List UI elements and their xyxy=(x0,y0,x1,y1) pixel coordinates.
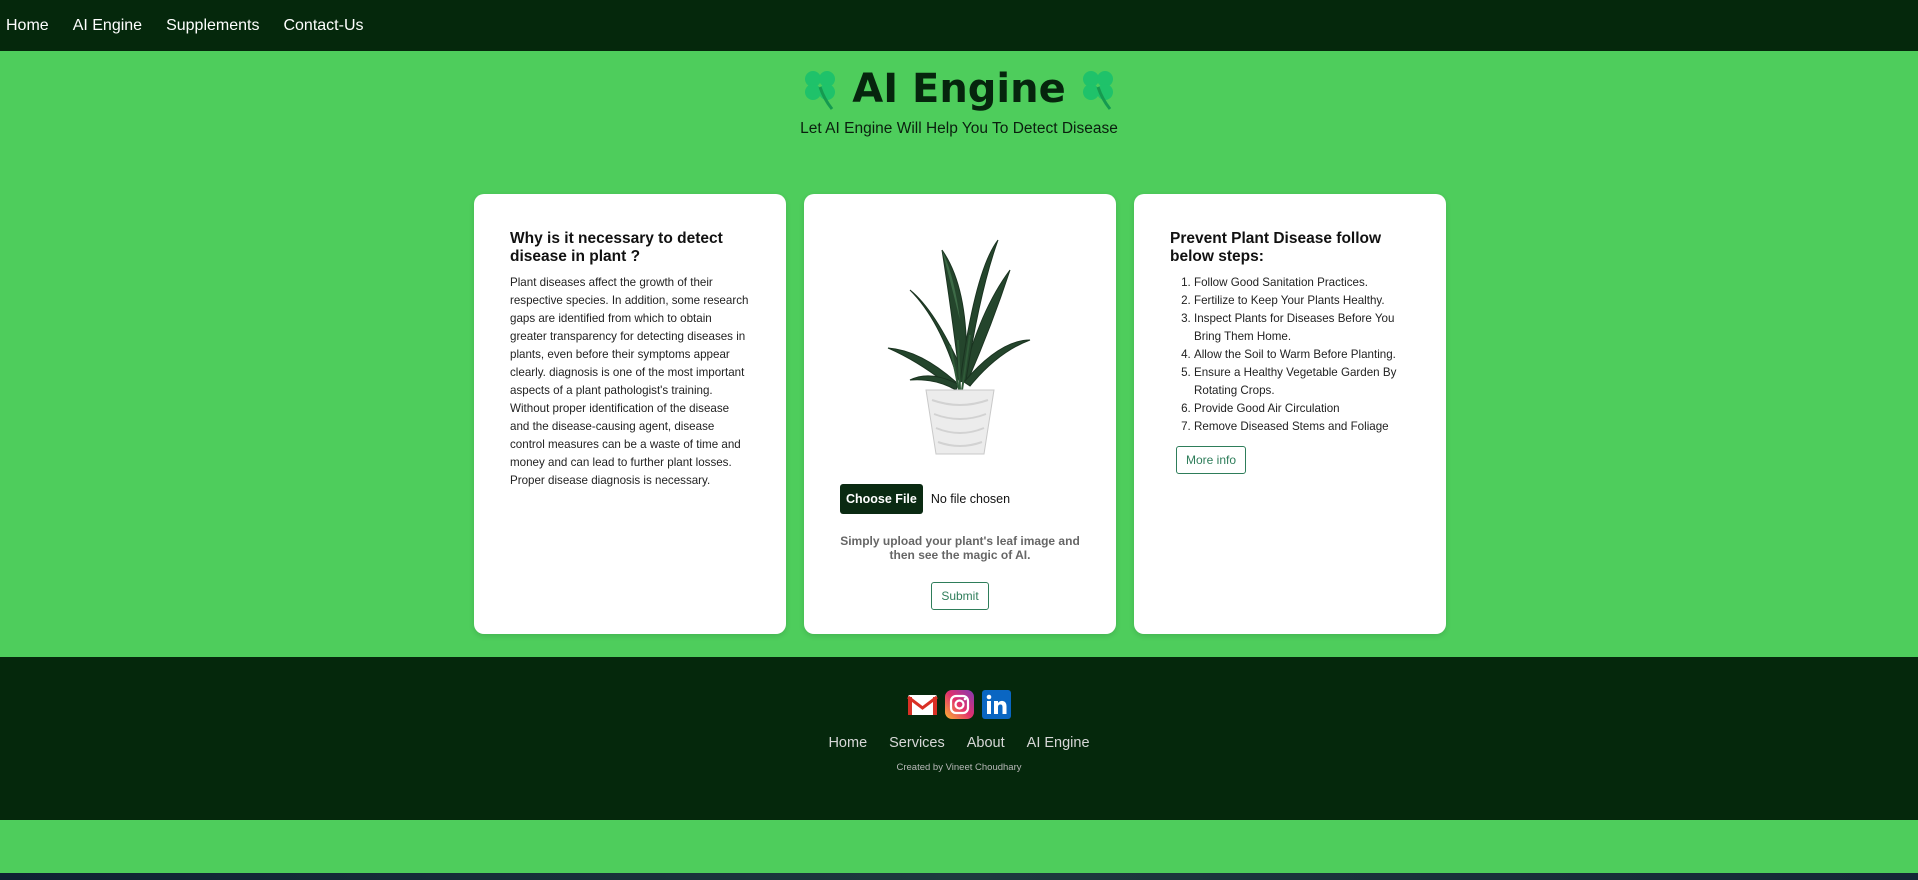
footer-nav: Home Services About AI Engine xyxy=(0,735,1918,751)
linkedin-icon[interactable] xyxy=(981,689,1012,720)
footer-home-link[interactable]: Home xyxy=(828,735,867,751)
submit-button[interactable]: Submit xyxy=(931,582,989,610)
prevent-disease-card: Prevent Plant Disease follow below steps… xyxy=(1134,194,1446,634)
nav-supplements-link[interactable]: Supplements xyxy=(166,17,259,35)
four-leaf-clover-icon xyxy=(805,71,836,110)
four-leaf-clover-icon xyxy=(1082,71,1113,110)
top-navbar: Home AI Engine Supplements Contact-Us xyxy=(0,0,1918,51)
more-info-button[interactable]: More info xyxy=(1176,446,1247,474)
site-footer: Home Services About AI Engine Created by… xyxy=(0,657,1918,820)
footer-about-link[interactable]: About xyxy=(967,735,1005,751)
social-links xyxy=(0,689,1918,720)
footer-services-link[interactable]: Services xyxy=(889,735,945,751)
footer-credit: Created by Vineet Choudhary xyxy=(896,762,1022,773)
choose-file-button[interactable]: Choose File xyxy=(840,484,923,514)
list-item: Provide Good Air Circulation xyxy=(1194,400,1410,418)
list-item: Fertilize to Keep Your Plants Healthy. xyxy=(1194,292,1410,310)
nav-ai-engine-link[interactable]: AI Engine xyxy=(73,17,142,35)
prevention-steps-list: Follow Good Sanitation Practices. Fertil… xyxy=(1170,274,1410,436)
why-detect-body: Plant diseases affect the growth of thei… xyxy=(510,276,749,487)
cards-row: Why is it necessary to detect disease in… xyxy=(474,194,1446,634)
upload-card: Choose File No file chosen Simply upload… xyxy=(804,194,1116,634)
taskbar-strip xyxy=(0,873,1918,880)
page-title: AI Engine xyxy=(852,66,1066,112)
instagram-icon[interactable] xyxy=(944,689,975,720)
file-status-text: No file chosen xyxy=(930,492,1011,506)
list-item: Ensure a Healthy Vegetable Garden By Rot… xyxy=(1194,364,1410,400)
footer-ai-engine-link[interactable]: AI Engine xyxy=(1027,735,1090,751)
list-item: Inspect Plants for Diseases Before You B… xyxy=(1194,310,1410,346)
list-item: Remove Diseased Stems and Foliage xyxy=(1194,418,1410,436)
nav-home-link[interactable]: Home xyxy=(6,17,49,35)
upload-hint: Simply upload your plant's leaf image an… xyxy=(840,534,1080,562)
potted-plant-image xyxy=(887,239,1031,455)
list-item: Follow Good Sanitation Practices. xyxy=(1194,274,1410,292)
nav-contact-us-link[interactable]: Contact-Us xyxy=(283,17,363,35)
prevent-disease-title: Prevent Plant Disease follow below steps… xyxy=(1170,230,1382,265)
why-detect-card: Why is it necessary to detect disease in… xyxy=(474,194,786,634)
hero-section: AI Engine Let AI Engine Will Help You To… xyxy=(0,51,1918,138)
gmail-icon[interactable] xyxy=(906,689,938,720)
list-item: Allow the Soil to Warm Before Planting. xyxy=(1194,346,1410,364)
page-title-row: AI Engine xyxy=(800,67,1118,111)
file-upload-row: Choose File No file chosen xyxy=(834,484,1010,514)
why-detect-title: Why is it necessary to detect disease in… xyxy=(510,230,723,265)
page-subtitle: Let AI Engine Will Help You To Detect Di… xyxy=(800,120,1118,137)
